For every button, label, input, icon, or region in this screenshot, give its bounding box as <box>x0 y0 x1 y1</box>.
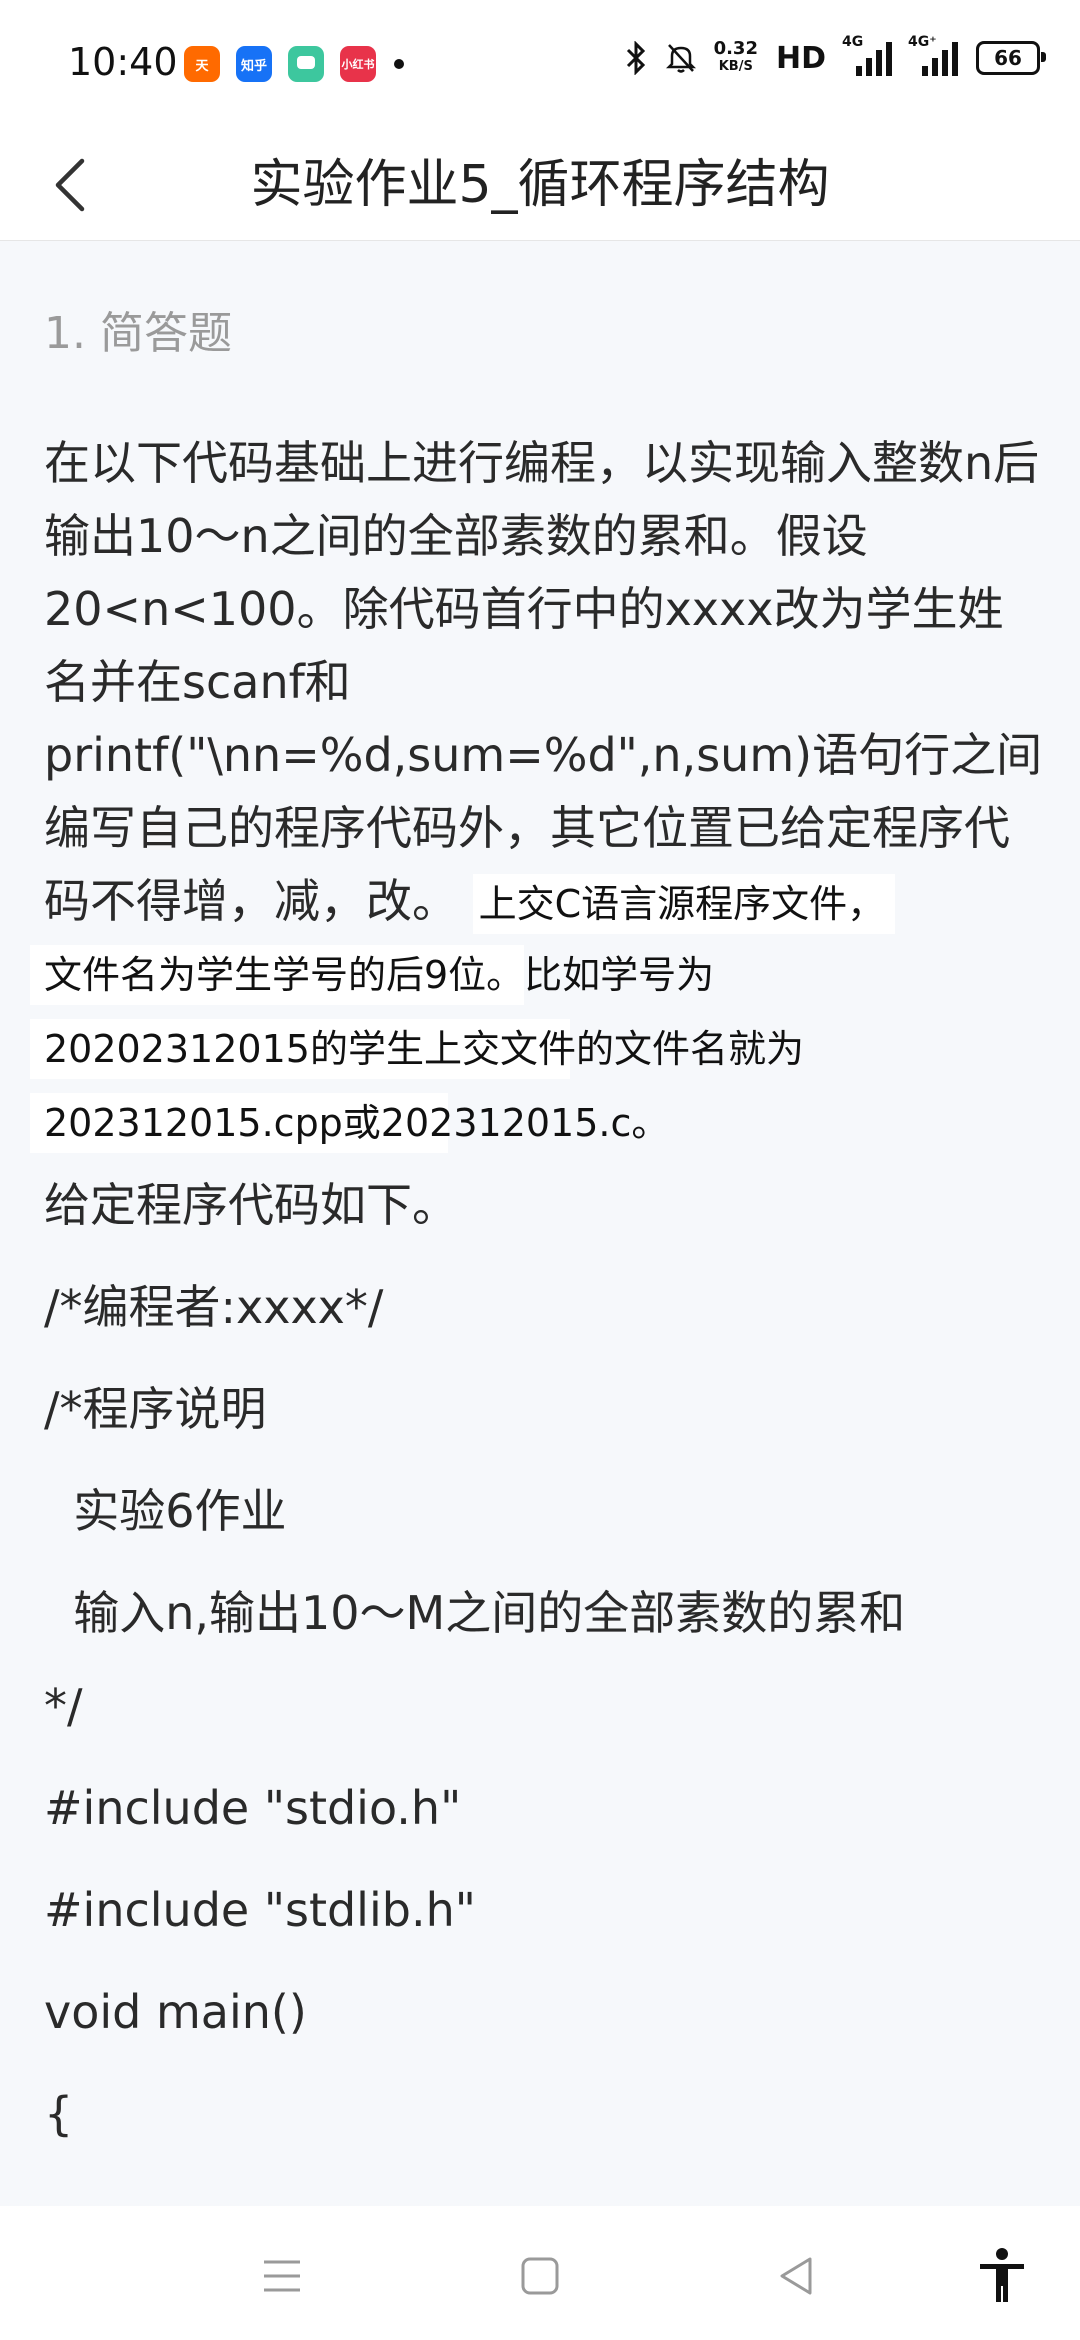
page-header: 实验作业5_循环程序结构 <box>0 130 1080 241</box>
code-line: #include "stdio.h" <box>44 1781 462 1835</box>
accessibility-button[interactable] <box>972 2246 1032 2306</box>
code-line: void main() <box>44 1985 307 2039</box>
status-bar: 10:40 天 知乎 小红书 0.32 KB/S HD 4G 4G⁺ 66 <box>0 0 1080 130</box>
code-line: { <box>44 2087 74 2141</box>
page-title: 实验作业5_循环程序结构 <box>250 155 830 215</box>
chevron-left-icon <box>55 158 85 212</box>
question-highlight-3: 20202312015的学生上交文件的文件名就为 <box>44 1027 804 1071</box>
signal-1-label: 4G <box>842 34 864 50</box>
hd-voice-indicator: HD <box>775 40 826 76</box>
question-type-label: 1. 简答题 <box>44 308 232 359</box>
network-speed-unit: KB/S <box>718 59 753 74</box>
chat-app-icon <box>288 46 324 82</box>
question-text: 在以下代码基础上进行编程，以实现输入整数n后输出10～n之间的全部素数的累和。假… <box>44 436 1043 928</box>
question-content[interactable]: 1. 简答题 在以下代码基础上进行编程，以实现输入整数n后输出10～n之间的全部… <box>0 241 1080 2206</box>
code-line: #include "stdlib.h" <box>44 1883 476 1937</box>
signal-1-icon: 4G <box>842 34 892 76</box>
notification-app-icons: 天 知乎 小红书 <box>184 46 404 82</box>
bell-muted-icon <box>665 44 696 73</box>
back-button[interactable] <box>30 140 110 230</box>
xiaohongshu-app-icon: 小红书 <box>340 46 376 82</box>
zhihu-app-icon: 知乎 <box>236 46 272 82</box>
signal-2-label: 4G⁺ <box>908 34 937 50</box>
question-body: 在以下代码基础上进行编程，以实现输入整数n后输出10～n之间的全部素数的累和。假… <box>44 427 1044 938</box>
accessibility-icon <box>980 2248 1024 2302</box>
status-indicators: 0.32 KB/S HD 4G 4G⁺ 66 <box>624 34 1046 76</box>
code-line: */ <box>44 1679 83 1733</box>
network-speed: 0.32 KB/S <box>714 40 758 76</box>
bluetooth-icon <box>626 41 645 75</box>
back-nav-button[interactable] <box>766 2246 826 2306</box>
question-highlight-4: 202312015.cpp或202312015.c。 <box>44 1101 670 1145</box>
code-line: /*编程者:xxxx*/ <box>44 1280 384 1334</box>
status-time: 10:40 <box>68 40 178 84</box>
back-triangle-icon <box>780 2257 812 2295</box>
home-square-icon <box>521 2257 559 2295</box>
network-speed-value: 0.32 <box>713 38 758 59</box>
menu-button[interactable] <box>252 2246 312 2306</box>
home-button[interactable] <box>510 2246 570 2306</box>
question-highlight-1: 上交C语言源程序文件， <box>472 874 896 934</box>
code-line: /*程序说明 <box>44 1382 267 1436</box>
signal-2-icon: 4G⁺ <box>908 34 958 76</box>
code-line: 输入n,输出10～M之间的全部素数的累和 <box>44 1586 906 1640</box>
system-navigation-bar <box>0 2206 1080 2340</box>
code-line: 给定程序代码如下。 <box>44 1178 458 1232</box>
taobao-app-icon: 天 <box>184 46 220 82</box>
more-notifications-dot <box>394 59 404 69</box>
battery-icon: 66 <box>976 41 1046 75</box>
code-line: 实验6作业 <box>44 1484 287 1538</box>
question-highlight-2: 文件名为学生学号的后9位。比如学号为 <box>44 953 715 997</box>
menu-icon <box>264 2260 300 2292</box>
